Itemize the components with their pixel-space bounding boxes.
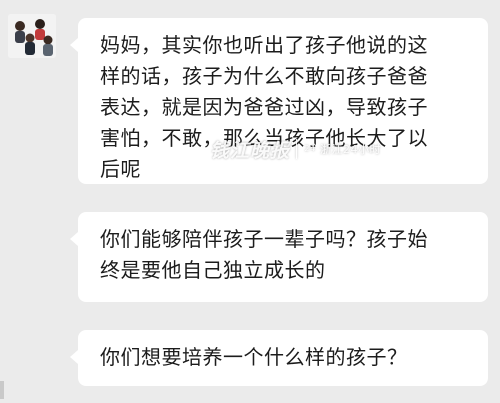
contact-avatar[interactable] <box>8 14 56 58</box>
message-text: 你们能够陪伴孩子一辈子吗？孩子始 终是要他自己独立成长的 <box>100 227 428 282</box>
message-bubble[interactable]: 妈妈，其实你也听出了孩子他说的这 样的话，孩子为什么不敢向孩子爸爸 表达，就是因… <box>70 18 488 184</box>
edge-fragment <box>0 381 4 399</box>
group-photo-icon <box>8 14 56 58</box>
message-bubble[interactable]: 你们能够陪伴孩子一辈子吗？孩子始 终是要他自己独立成长的 <box>70 212 488 302</box>
message-bubble[interactable]: 你们想要培养一个什么样的孩子？ <box>70 330 488 386</box>
message-text: 你们想要培养一个什么样的孩子？ <box>100 345 408 369</box>
message-text: 妈妈，其实你也听出了孩子他说的这 样的话，孩子为什么不敢向孩子爸爸 表达，就是因… <box>100 33 428 181</box>
